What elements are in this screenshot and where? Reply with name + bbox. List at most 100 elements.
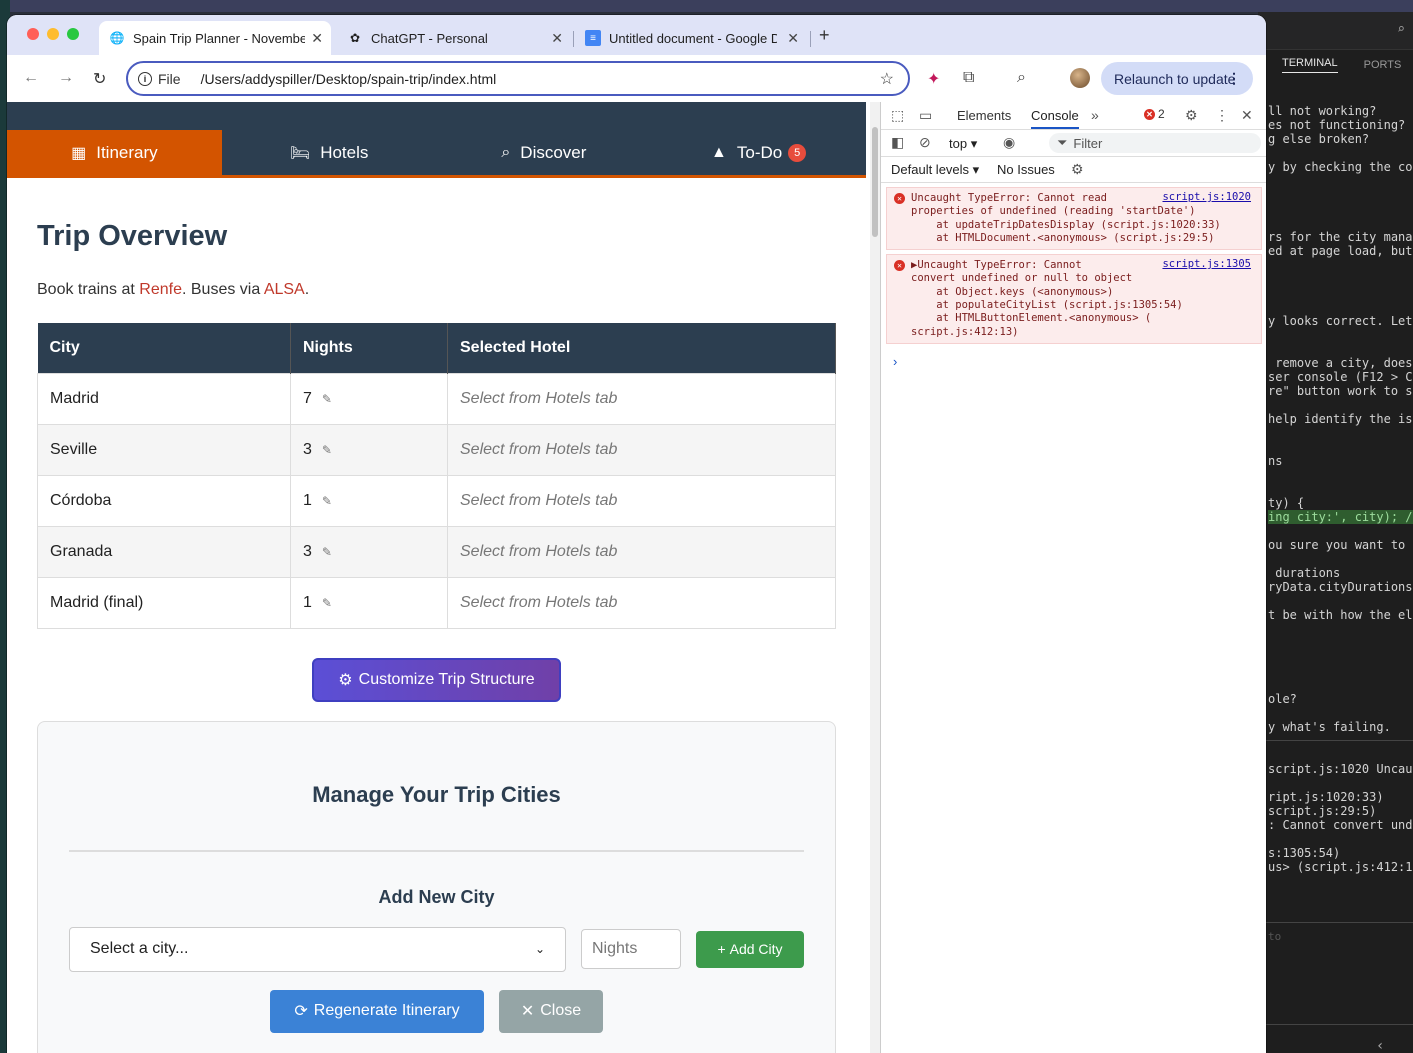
browser-tab-google-docs[interactable]: ≡ Untitled document - Google D ✕ xyxy=(575,21,807,55)
close-window-button[interactable] xyxy=(27,28,39,40)
eye-icon[interactable]: ◉ xyxy=(1003,134,1015,151)
search-icon[interactable]: ⌕ xyxy=(1397,22,1405,37)
tab-ports[interactable]: PORTS xyxy=(1364,59,1402,71)
console-prompt[interactable]: › xyxy=(893,354,1266,369)
chat-input-placeholder[interactable]: to xyxy=(1268,930,1281,943)
relaunch-to-update-button[interactable]: Relaunch to update ⋮ xyxy=(1101,62,1253,95)
edit-icon[interactable]: ✎ xyxy=(322,545,332,559)
profile-avatar[interactable] xyxy=(1070,68,1090,88)
url-text[interactable]: /Users/addyspiller/Desktop/spain-trip/in… xyxy=(201,71,497,87)
nav-label: To-Do xyxy=(736,142,783,162)
tab-title: Spain Trip Planner - Novembe xyxy=(133,30,305,46)
city-cell: Madrid (final) xyxy=(37,576,291,629)
sidebar-toggle-icon[interactable]: ◧ xyxy=(891,134,904,151)
nights-value: 7 xyxy=(303,389,312,407)
customize-trip-button[interactable]: ⚙ Customize Trip Structure xyxy=(312,657,561,702)
forward-arrow-icon[interactable]: → xyxy=(58,69,74,87)
table-row: Madrid (final) 1 ✎ Select from Hotels tab xyxy=(37,576,836,629)
editor-text-line: ll not working? xyxy=(1268,104,1377,118)
more-tabs-icon[interactable]: » xyxy=(1091,107,1099,123)
context-selector[interactable]: top ▾ xyxy=(949,136,977,152)
nav-itinerary[interactable]: ▦ Itinerary xyxy=(7,130,222,175)
edit-icon[interactable]: ✎ xyxy=(322,494,332,508)
nav-hotels[interactable]: 🛏 Hotels xyxy=(222,130,437,175)
nav-label: Discover xyxy=(520,142,587,162)
tab-divider xyxy=(810,31,811,47)
edit-icon[interactable]: ✎ xyxy=(322,596,332,610)
close-icon[interactable]: ✕ xyxy=(311,30,323,47)
gear-icon[interactable]: ⚙ xyxy=(1185,107,1198,124)
minimize-window-button[interactable] xyxy=(47,28,59,40)
close-icon[interactable]: ✕ xyxy=(551,30,563,47)
nights-value: 3 xyxy=(303,542,312,560)
close-icon[interactable]: ✕ xyxy=(1241,107,1253,124)
scrollbar-thumb[interactable] xyxy=(872,127,878,237)
tab-console[interactable]: Console xyxy=(1031,108,1079,129)
hotel-cell[interactable]: Select from Hotels tab xyxy=(447,372,836,425)
devtools-panel: ⬚ ▭ Elements Console » ✕ 2 ⚙ ⋮ ✕ ◧ ⊘ top… xyxy=(880,102,1266,1053)
more-vert-icon[interactable]: ⋮ xyxy=(1227,70,1241,87)
web-page: ▦ Itinerary 🛏 Hotels ⌕ Discover ▲ To-Do … xyxy=(7,102,866,1053)
tab-terminal[interactable]: TERMINAL xyxy=(1282,57,1338,73)
gear-icon[interactable]: ⚙ xyxy=(1071,161,1084,178)
nav-label: Itinerary xyxy=(96,142,158,162)
console-filter-input[interactable]: ⏷ Filter xyxy=(1049,133,1261,153)
browser-tab-spain-trip[interactable]: 🌐 Spain Trip Planner - Novembe ✕ xyxy=(99,21,331,55)
intro-text: . xyxy=(304,281,310,298)
nav-todo[interactable]: ▲ To-Do 5 xyxy=(651,130,866,175)
hotel-cell[interactable]: Select from Hotels tab xyxy=(447,576,836,629)
puzzle-extensions-icon[interactable]: ⧉ xyxy=(963,69,974,87)
edit-icon[interactable]: ✎ xyxy=(322,392,332,406)
source-link[interactable]: script.js:1020 xyxy=(1162,191,1251,204)
new-tab-button[interactable]: + xyxy=(819,25,830,46)
renfe-link[interactable]: Renfe xyxy=(139,281,182,298)
error-count-badge[interactable]: ✕ 2 xyxy=(1144,107,1165,121)
address-bar[interactable]: i File /Users/addyspiller/Desktop/spain-… xyxy=(126,61,910,96)
manage-cities-panel: Manage Your Trip Cities Add New City Sel… xyxy=(37,720,836,1053)
info-icon[interactable]: i xyxy=(138,71,152,86)
chevron-left-icon[interactable]: ‹ xyxy=(1376,1038,1384,1053)
alsa-link[interactable]: ALSA xyxy=(264,281,305,298)
console-error-message[interactable]: ✕ script.js:1020 Uncaught TypeError: Canno… xyxy=(886,187,1262,251)
editor-text-line: help identify the iss xyxy=(1268,412,1413,426)
nights-value: 1 xyxy=(303,491,312,509)
close-icon[interactable]: ✕ xyxy=(787,30,799,47)
browser-tab-chatgpt[interactable]: ✿ ChatGPT - Personal ✕ xyxy=(337,21,571,55)
console-error-message[interactable]: ✕ script.js:1305 ▶Uncaught TypeError: Cann… xyxy=(886,254,1262,344)
hotel-cell[interactable]: Select from Hotels tab xyxy=(447,525,836,578)
hotel-cell[interactable]: Select from Hotels tab xyxy=(447,423,836,476)
editor-text-line: ou sure you want to r xyxy=(1268,538,1413,552)
editor-text-line: y by checking the coo xyxy=(1268,160,1413,174)
hotel-cell[interactable]: Select from Hotels tab xyxy=(447,474,836,527)
nights-cell: 1 ✎ xyxy=(290,576,448,629)
column-header-hotel: Selected Hotel xyxy=(447,323,836,373)
source-link[interactable]: script.js:1305 xyxy=(1162,258,1251,271)
tab-search-icon[interactable]: ⌕ xyxy=(1017,69,1026,87)
back-arrow-icon[interactable]: ← xyxy=(23,69,39,87)
regenerate-itinerary-button[interactable]: ⟳ Regenerate Itinerary xyxy=(270,989,484,1033)
edit-icon[interactable]: ✎ xyxy=(322,443,332,457)
page-scrollbar[interactable] xyxy=(870,102,880,1053)
table-row: Córdoba 1 ✎ Select from Hotels tab xyxy=(37,474,836,527)
maximize-window-button[interactable] xyxy=(67,28,79,40)
nav-discover[interactable]: ⌕ Discover xyxy=(437,130,652,175)
bookmark-star-icon[interactable]: ☆ xyxy=(880,69,894,89)
tab-elements[interactable]: Elements xyxy=(957,108,1011,123)
clear-console-icon[interactable]: ⊘ xyxy=(919,134,931,151)
city-select[interactable]: Select a city... ⌄ xyxy=(69,926,566,972)
more-vert-icon[interactable]: ⋮ xyxy=(1215,107,1229,124)
add-city-button[interactable]: + Add City xyxy=(696,930,804,968)
search-icon: ⌕ xyxy=(501,143,511,161)
nights-input[interactable]: Nights xyxy=(581,929,681,969)
issues-label[interactable]: No Issues xyxy=(997,162,1055,177)
editor-text-line: re" button work to sh xyxy=(1268,384,1413,398)
booking-intro: Book trains at Renfe. Buses via ALSA. xyxy=(37,281,836,299)
tab-strip: 🌐 Spain Trip Planner - Novembe ✕ ✿ ChatG… xyxy=(7,15,1266,55)
editor-text-line: ser console (F12 > Co xyxy=(1268,370,1413,384)
device-toolbar-icon[interactable]: ▭ xyxy=(919,107,932,124)
close-button[interactable]: ✕ Close xyxy=(499,989,603,1033)
inspect-element-icon[interactable]: ⬚ xyxy=(891,107,904,124)
reload-icon[interactable]: ↻ xyxy=(93,69,106,89)
extension-color-icon[interactable]: ✦ xyxy=(927,69,940,89)
levels-dropdown[interactable]: Default levels ▾ xyxy=(891,162,979,178)
